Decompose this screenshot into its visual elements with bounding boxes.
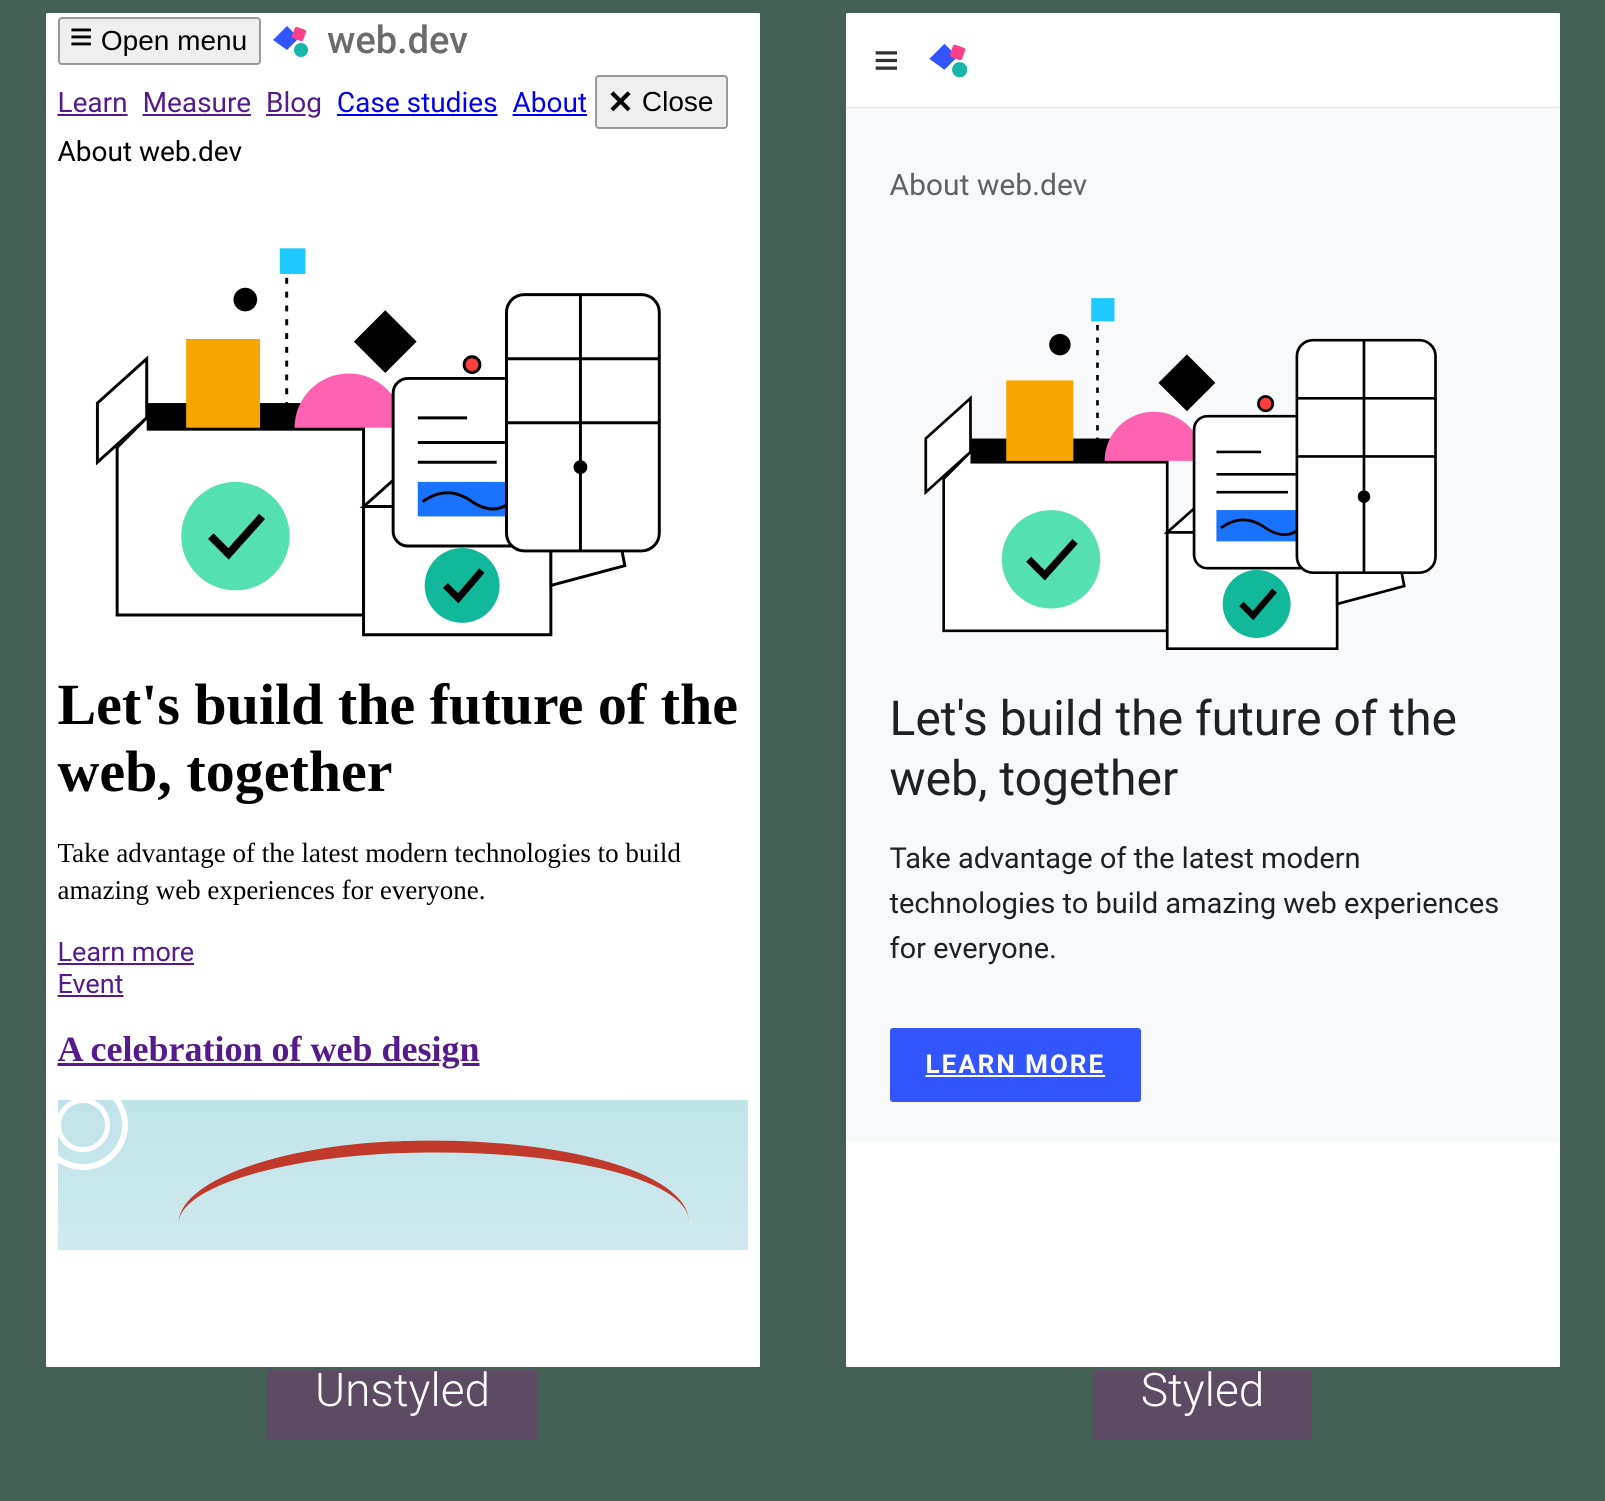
brand-lockup: web.dev [269, 19, 468, 63]
hamburger-icon[interactable] [874, 34, 900, 86]
article-heading: A celebration of web design [58, 1028, 748, 1070]
article-link[interactable]: A celebration of web design [58, 1029, 480, 1069]
hamburger-icon [70, 25, 93, 57]
open-menu-button[interactable]: Open menu [58, 17, 262, 65]
unstyled-lead: Take advantage of the latest modern tech… [58, 835, 748, 908]
nav-about[interactable]: About [513, 86, 588, 119]
styled-eyebrow: About web.dev [890, 168, 1516, 203]
learn-more-button[interactable]: LEARN MORE [890, 1028, 1142, 1102]
styled-appbar [846, 13, 1560, 108]
close-icon [607, 83, 634, 121]
unstyled-heading: Let's build the future of the web, toget… [58, 672, 748, 805]
nav-measure[interactable]: Measure [143, 86, 252, 119]
webdev-logo-icon [925, 37, 977, 83]
webdev-logo-icon [269, 20, 317, 62]
unstyled-eyebrow: About web.dev [58, 135, 748, 168]
styled-heading: Let's build the future of the web, toget… [890, 689, 1516, 809]
article-image [58, 1100, 748, 1250]
hero-illustration [58, 168, 748, 648]
learn-more-link[interactable]: Learn more [58, 936, 195, 968]
close-menu-button[interactable]: Close [595, 75, 727, 129]
hero-illustration [890, 223, 1516, 663]
styled-lead: Take advantage of the latest modern tech… [890, 837, 1516, 972]
brand-name: web.dev [327, 19, 468, 63]
unstyled-nav: Learn Measure Blog Case studies About Cl… [58, 75, 748, 129]
nav-case-studies[interactable]: Case studies [337, 86, 498, 119]
open-menu-label: Open menu [101, 25, 247, 57]
close-label: Close [642, 86, 714, 118]
script-text-decoration [176, 1131, 690, 1250]
event-link[interactable]: Event [58, 968, 124, 1000]
styled-content: About web.dev [846, 108, 1560, 1142]
snowflake-icon [58, 1100, 128, 1170]
unstyled-topbar: Open menu web.dev [58, 13, 748, 65]
unstyled-panel: Open menu web.dev Learn Measure Blog Cas… [43, 10, 763, 1370]
nav-blog[interactable]: Blog [266, 86, 322, 119]
styled-panel: About web.dev [843, 10, 1563, 1370]
nav-learn[interactable]: Learn [58, 86, 128, 119]
unstyled-links: Learn more Event [58, 936, 748, 1000]
